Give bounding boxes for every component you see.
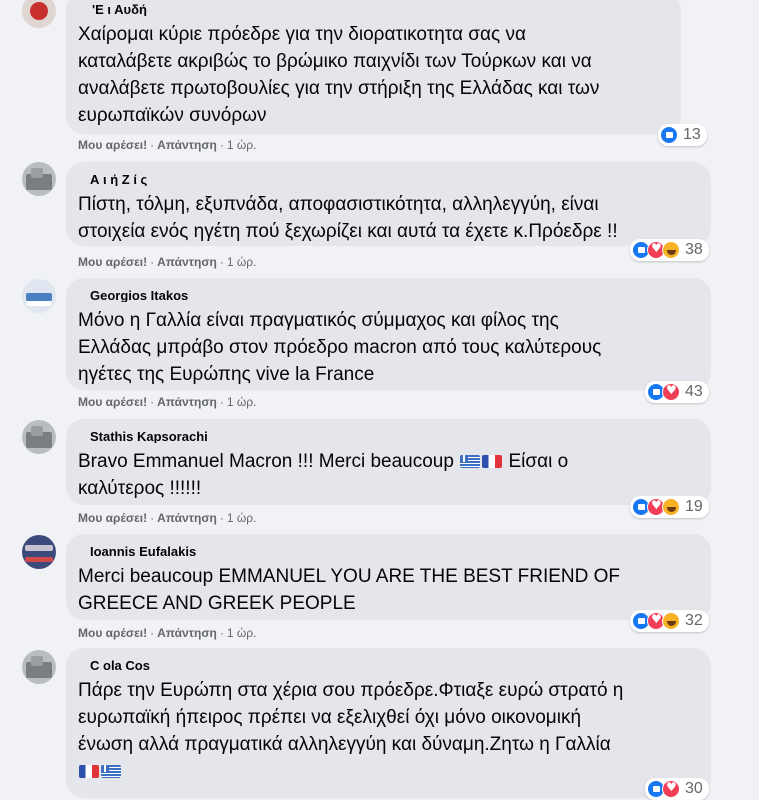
reply-link[interactable]: Απάντηση [157, 511, 217, 525]
reply-link[interactable]: Απάντηση [157, 255, 217, 269]
love-reaction-icon [662, 383, 680, 401]
commenter-name[interactable]: Α ι ή Ζ ί ς [90, 172, 147, 186]
comment-text: Μόνο η Γαλλία είναι πραγματικός σύμμαχος… [78, 310, 602, 385]
like-link[interactable]: Μου αρέσει! [78, 255, 147, 269]
commenter-name[interactable]: 'Ε ι Αυδή [92, 2, 147, 16]
comment-actions: Μου αρέσει! · Απάντηση · 1 ώρ. [78, 626, 257, 640]
comment-bubble: Stathis Kapsorachi Bravo Emmanuel Macron… [66, 419, 711, 505]
reaction-count: 38 [685, 241, 703, 258]
like-reaction-icon [660, 126, 678, 144]
comment-text: Πίστη, τόλμη, εξυπνάδα, αποφασιστικότητα… [78, 194, 618, 242]
reaction-summary[interactable]: 38 [630, 239, 709, 261]
greek-flag-icon [101, 765, 121, 778]
reaction-summary[interactable]: 13 [658, 124, 707, 146]
comment-time[interactable]: 1 ώρ. [227, 395, 257, 409]
comment-text: Πάρε την Ευρώπη στα χέρια σου πρόεδρε.Φτ… [78, 680, 624, 755]
avatar[interactable] [22, 420, 56, 454]
reply-link[interactable]: Απάντηση [157, 138, 217, 152]
reply-link[interactable]: Απάντηση [157, 626, 217, 640]
reaction-count: 32 [685, 612, 703, 629]
reply-link[interactable]: Απάντηση [157, 395, 217, 409]
commenter-name[interactable]: C ola Cos [90, 658, 150, 672]
haha-reaction-icon [662, 498, 680, 516]
avatar[interactable] [22, 650, 56, 684]
comment-bubble: Α ι ή Ζ ί ς Πίστη, τόλμη, εξυπνάδα, αποφ… [66, 162, 711, 246]
reaction-count: 19 [685, 498, 703, 515]
french-flag-icon [482, 455, 503, 468]
haha-reaction-icon [662, 241, 680, 259]
reaction-count: 13 [683, 126, 701, 143]
french-flag-icon [79, 765, 99, 778]
comment-actions: Μου αρέσει! · Απάντηση · 1 ώρ. [78, 138, 257, 152]
haha-reaction-icon [662, 612, 680, 630]
like-link[interactable]: Μου αρέσει! [78, 511, 147, 525]
reaction-summary[interactable]: 32 [630, 610, 709, 632]
like-link[interactable]: Μου αρέσει! [78, 395, 147, 409]
like-link[interactable]: Μου αρέσει! [78, 626, 147, 640]
commenter-name[interactable]: Georgios Itakos [90, 288, 188, 302]
comment-bubble: Ioannis Eufalakis Merci beaucoup EMMANUE… [66, 534, 711, 620]
comment-time[interactable]: 1 ώρ. [227, 138, 257, 152]
comment-bubble: 'Ε ι Αυδή Χαίρομαι κύριε πρόεδρε για την… [66, 0, 681, 134]
love-reaction-icon [662, 780, 680, 798]
commenter-name[interactable]: Ioannis Eufalakis [90, 544, 196, 558]
greek-flag-icon [460, 455, 481, 468]
comment-actions: Μου αρέσει! · Απάντηση · 1 ώρ. [78, 255, 257, 269]
comment-time[interactable]: 1 ώρ. [227, 255, 257, 269]
comment-text: Bravo Emmanuel Macron !!! Merci beaucoup… [78, 448, 697, 502]
avatar[interactable] [22, 535, 56, 569]
comment-time[interactable]: 1 ώρ. [227, 511, 257, 525]
reaction-count: 43 [685, 383, 703, 400]
reaction-summary[interactable]: 43 [645, 381, 709, 403]
comment-actions: Μου αρέσει! · Απάντηση · 1 ώρ. [78, 511, 257, 525]
avatar[interactable] [22, 162, 56, 196]
comment-text: Χαίρομαι κύριε πρόεδρε για την διορατικο… [78, 24, 600, 126]
reaction-summary[interactable]: 19 [630, 496, 709, 518]
comment-bubble: C ola Cos Πάρε την Ευρώπη στα χέρια σου … [66, 648, 711, 798]
like-link[interactable]: Μου αρέσει! [78, 138, 147, 152]
comment-time[interactable]: 1 ώρ. [227, 626, 257, 640]
comment-text: Merci beaucoup EMMANUEL YOU ARE THE BEST… [78, 566, 621, 614]
reaction-count: 30 [685, 780, 703, 797]
comment-bubble: Georgios Itakos Μόνο η Γαλλία είναι πραγ… [66, 278, 711, 390]
commenter-name[interactable]: Stathis Kapsorachi [90, 429, 208, 443]
avatar[interactable] [22, 279, 56, 313]
comment-text-part: Bravo Emmanuel Macron !!! Merci beaucoup [78, 451, 460, 472]
comment-actions: Μου αρέσει! · Απάντηση · 1 ώρ. [78, 395, 257, 409]
avatar[interactable] [22, 0, 56, 28]
